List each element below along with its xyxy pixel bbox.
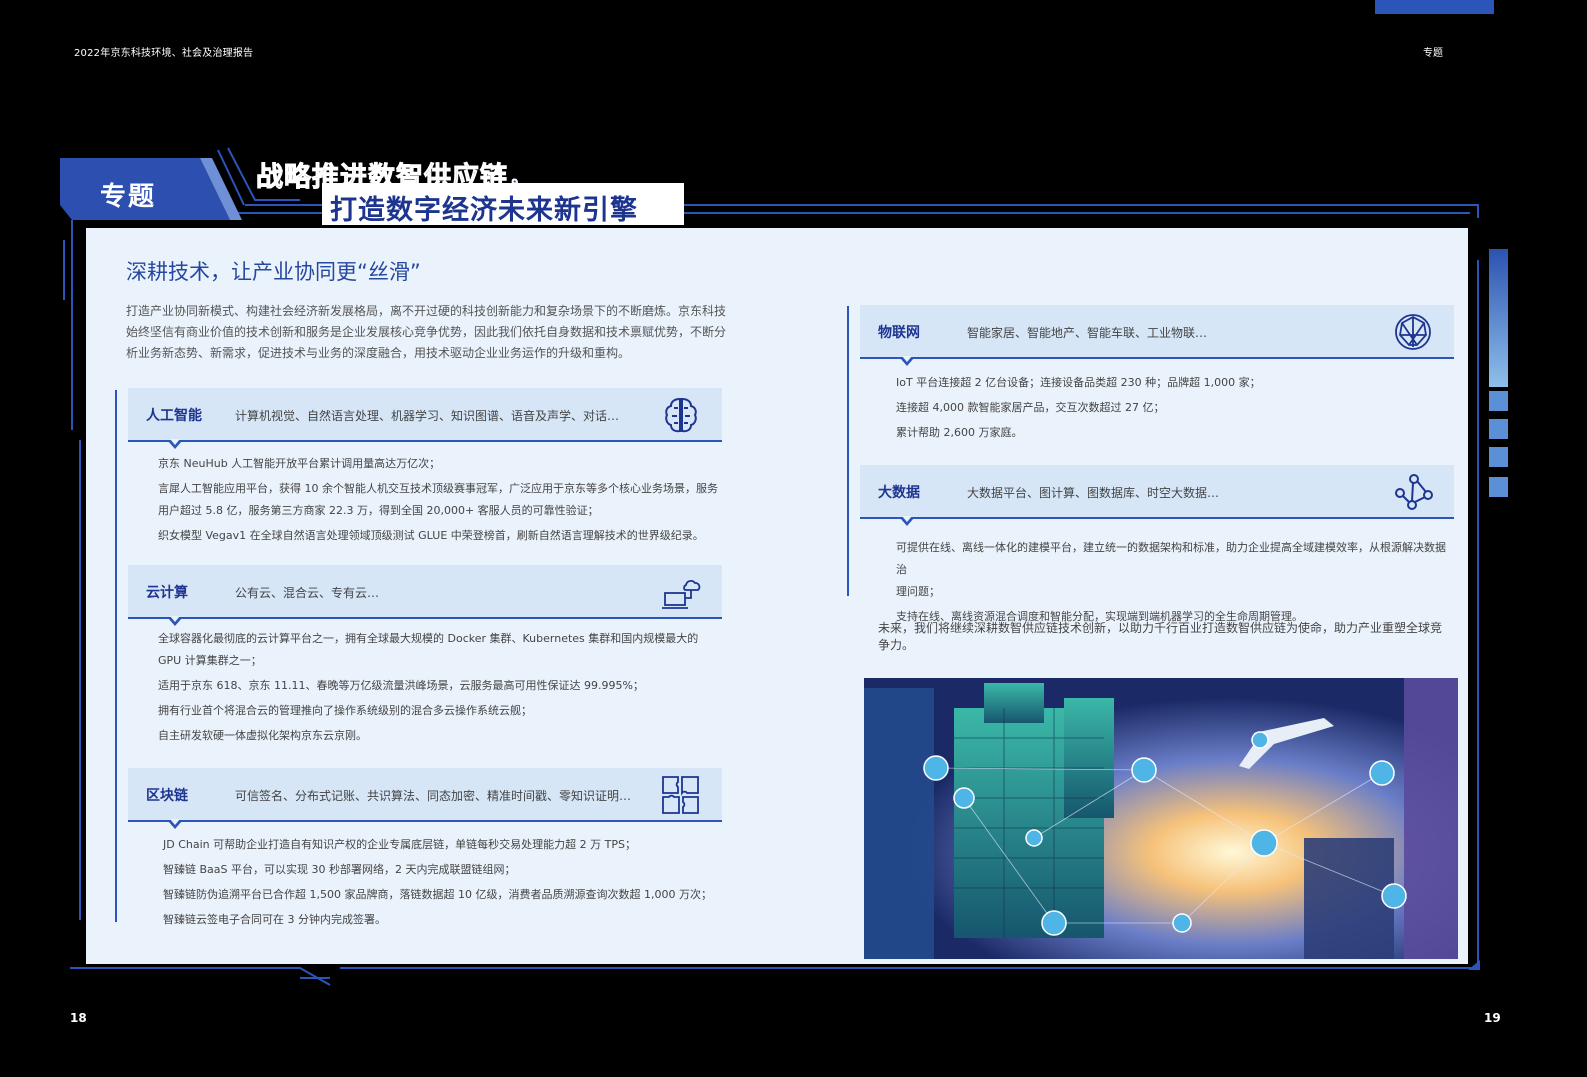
ai-card-header: 人工智能 计算机视觉、自然语言处理、机器学习、知识图谱、语音及声学、对话… bbox=[128, 388, 722, 449]
cloud-laptop-icon bbox=[662, 580, 701, 609]
side-gradient-bar bbox=[1489, 249, 1508, 387]
topic-badge: 专题 bbox=[100, 182, 157, 212]
ai-card-notch bbox=[168, 439, 182, 449]
blockchain-card-header: 区块链 可信签名、分布式记账、共识算法、同态加密、精准时间戳、零知识证明… bbox=[128, 768, 722, 829]
list-item: 京东 NeuHub 人工智能开放平台累计调用量高达万亿次； bbox=[158, 457, 441, 470]
cloud-card-title: 云计算 bbox=[146, 585, 188, 601]
bigdata-card-header: 大数据 大数据平台、图计算、图数据库、时空大数据… bbox=[860, 465, 1454, 526]
side-square bbox=[1489, 391, 1508, 411]
list-item: 用户超过 5.8 亿，服务第三方商家 22.3 万，得到全国 20,000+ 客… bbox=[158, 504, 599, 517]
iot-bullets: IoT 平台连接超 2 亿台设备；连接设备品类超 230 种；品牌超 1,000… bbox=[896, 372, 1436, 444]
bigdata-card-title: 大数据 bbox=[878, 485, 920, 501]
left-column-rule bbox=[115, 390, 117, 922]
globe-network-icon bbox=[1395, 314, 1431, 350]
data-graph-icon bbox=[1395, 474, 1433, 510]
page-number-right: 19 bbox=[1484, 1011, 1501, 1025]
list-item: JD Chain 可帮助企业打造自有知识产权的企业专属底层链，单链每秒交易处理能… bbox=[163, 838, 636, 851]
cloud-bullets: 全球容器化最彻底的云计算平台之一，拥有全球最大规模的 Docker 集群、Kub… bbox=[158, 628, 718, 747]
logistics-photo bbox=[864, 678, 1458, 959]
list-item: 理问题； bbox=[896, 585, 940, 598]
list-item: 智臻链 BaaS 平台，可以实现 30 秒部署网络，2 天内完成联盟链组网； bbox=[163, 863, 516, 876]
side-square bbox=[1489, 477, 1508, 497]
bigdata-bullets: 可提供在线、离线一体化的建模平台，建立统一的数据架构和标准，助力企业提高全域建模… bbox=[896, 537, 1456, 628]
list-item: 织女模型 Vegav1 在全球自然语言处理领域顶级测试 GLUE 中荣登榜首，刷… bbox=[158, 529, 704, 542]
section-intro: 打造产业协同新模式、构建社会经济新发展格局，离不开过硬的科技创新能力和复杂场景下… bbox=[126, 304, 727, 360]
topic-title-line2: 打造数字经济未来新引擎 bbox=[330, 195, 638, 226]
list-item: 连接超 4,000 款智能家居产品，交互次数超过 27 亿； bbox=[896, 401, 1165, 414]
list-item: 适用于京东 618、京东 11.11、春晚等万亿级流量洪峰场景，云服务最高可用性… bbox=[158, 679, 644, 692]
list-item: 言犀人工智能应用平台，获得 10 余个智能人机交互技术顶级赛事冠军，广泛应用于京… bbox=[158, 482, 718, 495]
ai-card-subtitle: 计算机视觉、自然语言处理、机器学习、知识图谱、语音及声学、对话… bbox=[235, 409, 620, 423]
bigdata-card-subtitle: 大数据平台、图计算、图数据库、时空大数据… bbox=[967, 486, 1220, 500]
blockchain-card-title: 区块链 bbox=[146, 788, 188, 804]
blockchain-bullets: JD Chain 可帮助企业打造自有知识产权的企业专属底层链，单链每秒交易处理能… bbox=[163, 834, 723, 931]
closing-paragraph: 未来，我们将继续深耕数智供应链技术创新，以助力千行百业打造数智供应链为使命，助力… bbox=[878, 621, 1443, 652]
list-item: 全球容器化最彻底的云计算平台之一，拥有全球最大规模的 Docker 集群、Kub… bbox=[158, 632, 699, 645]
bigdata-card-notch bbox=[900, 516, 914, 526]
ai-card-title: 人工智能 bbox=[146, 408, 202, 424]
list-item: 自主研发软硬一体虚拟化架构京东云京刚。 bbox=[158, 729, 367, 742]
iot-card-notch bbox=[900, 356, 914, 366]
blockchain-card-subtitle: 可信签名、分布式记账、共识算法、同态加密、精准时间戳、零知识证明… bbox=[235, 789, 632, 803]
cloud-card-subtitle: 公有云、混合云、专有云… bbox=[235, 586, 380, 600]
cloud-card-header: 云计算 公有云、混合云、专有云… bbox=[128, 565, 722, 626]
blockchain-card-notch bbox=[168, 819, 182, 829]
list-item: 累计帮助 2,600 万家庭。 bbox=[896, 426, 1023, 439]
section-heading: 深耕技术，让产业协同更“丝滑” bbox=[126, 260, 421, 284]
brain-circuit-icon bbox=[665, 397, 697, 433]
list-item: 拥有行业首个将混合云的管理推向了操作系统级别的混合多云操作系统云舰； bbox=[158, 704, 532, 717]
cloud-card-notch bbox=[168, 616, 182, 626]
side-square bbox=[1489, 447, 1508, 467]
iot-card-header: 物联网 智能家居、智能地产、智能车联、工业物联… bbox=[860, 305, 1454, 366]
list-item: GPU 计算集群之一； bbox=[158, 654, 262, 667]
ai-bullets: 京东 NeuHub 人工智能开放平台累计调用量高达万亿次； 言犀人工智能应用平台… bbox=[158, 453, 718, 547]
list-item: 智臻链云签电子合同可在 3 分钟内完成签署。 bbox=[163, 913, 386, 926]
page-number-left: 18 bbox=[70, 1011, 87, 1025]
list-item: 智臻链防伪追溯平台已合作超 1,500 家品牌商，落链数据超 10 亿级，消费者… bbox=[163, 888, 712, 901]
iot-card-subtitle: 智能家居、智能地产、智能车联、工业物联… bbox=[967, 326, 1208, 340]
iot-card-title: 物联网 bbox=[878, 325, 920, 341]
side-square bbox=[1489, 419, 1508, 439]
puzzle-icon bbox=[662, 776, 699, 814]
list-item: IoT 平台连接超 2 亿台设备；连接设备品类超 230 种；品牌超 1,000… bbox=[896, 376, 1261, 389]
right-column-rule bbox=[847, 306, 849, 596]
list-item: 可提供在线、离线一体化的建模平台，建立统一的数据架构和标准，助力企业提高全域建模… bbox=[896, 541, 1446, 576]
